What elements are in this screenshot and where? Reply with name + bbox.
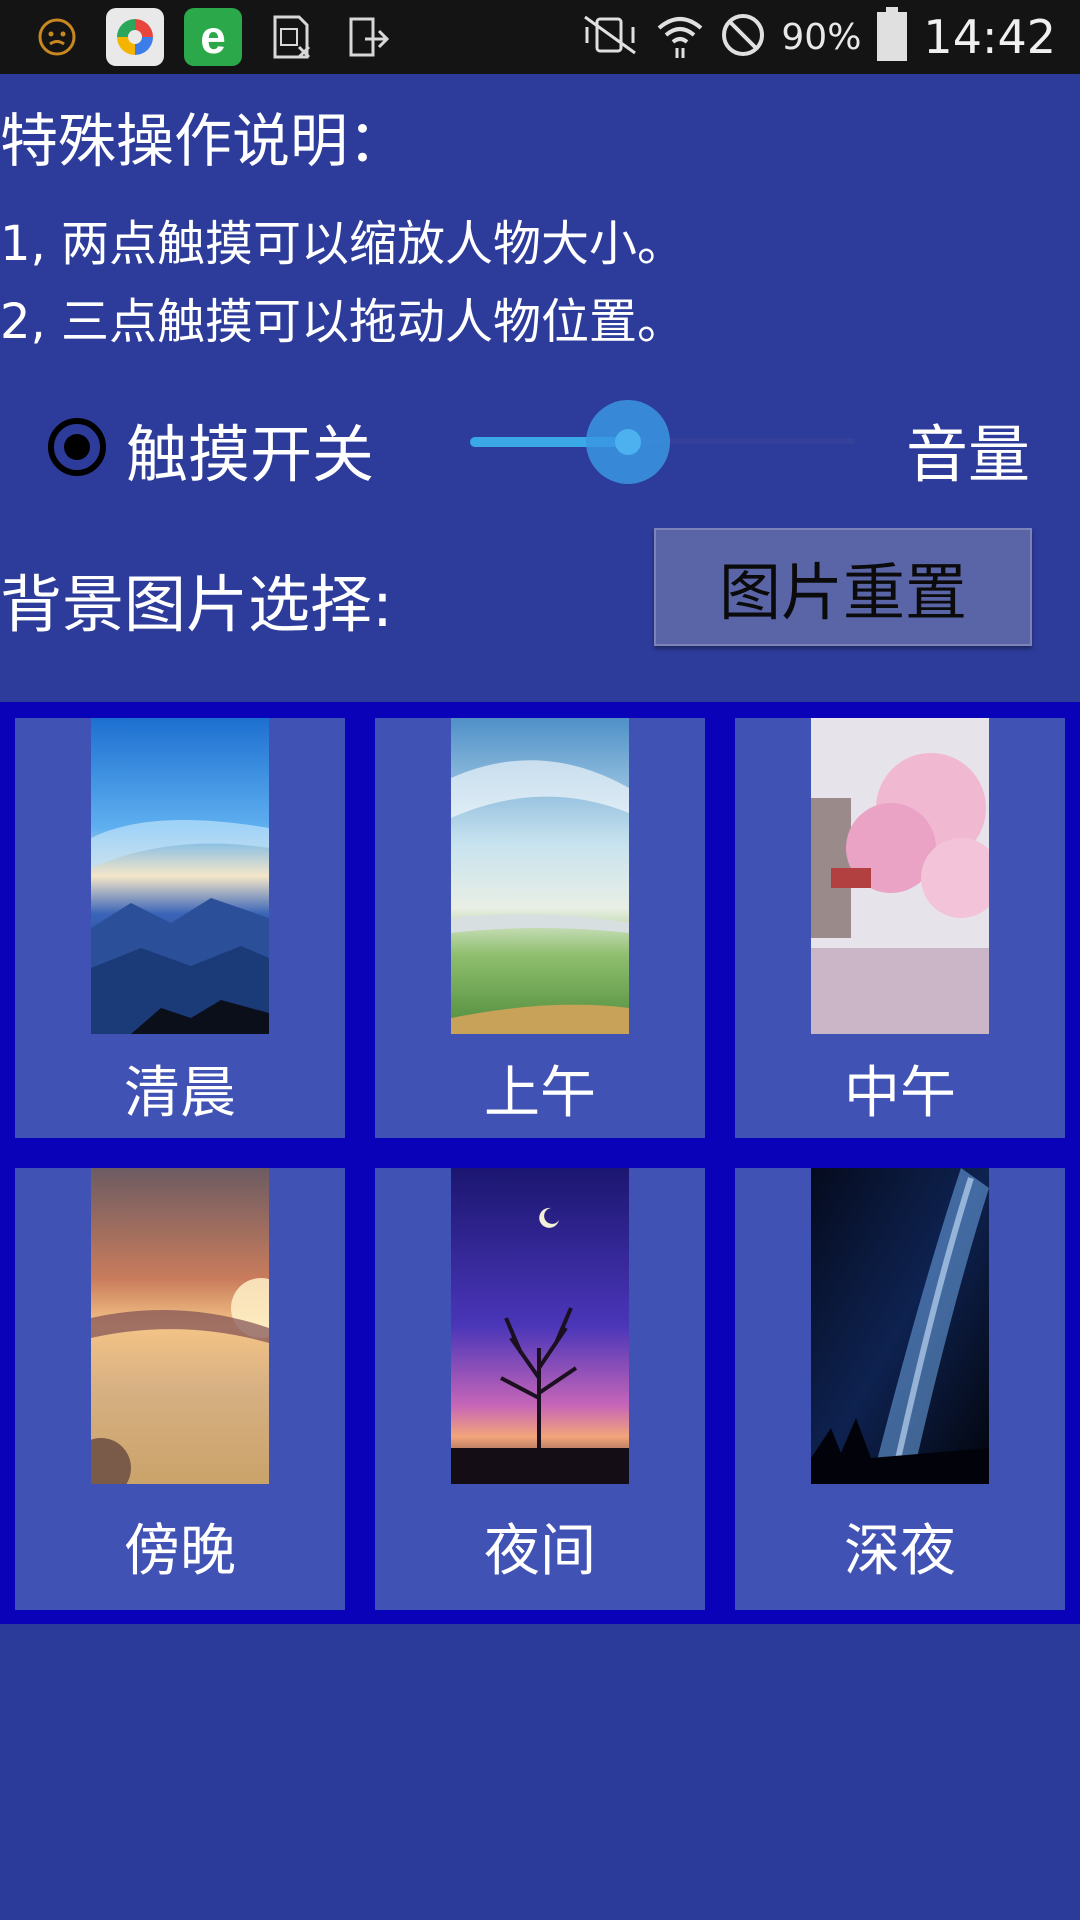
background-grid: 清晨 上午 中午 傍晚 夜间 深夜	[0, 702, 1080, 1624]
vibrate-mute-icon	[579, 13, 641, 61]
tile-late-night[interactable]: 深夜	[735, 1168, 1065, 1610]
tile-label: 中午	[844, 1061, 956, 1126]
instruction-line-1: 1, 两点触摸可以缩放人物大小。	[0, 216, 686, 272]
status-bar: e 90% 14:42	[0, 0, 1080, 74]
noon-cherry-blossom-image	[811, 718, 989, 1034]
late-night-milky-way-image	[811, 1168, 989, 1484]
empty-area	[0, 1624, 1080, 1920]
face-icon	[28, 8, 86, 66]
settings-screen: 特殊操作说明： 1, 两点触摸可以缩放人物大小。 2, 三点触摸可以拖动人物位置…	[0, 74, 1080, 1920]
battery-percent: 90%	[781, 16, 862, 58]
night-tree-moon-image	[451, 1168, 629, 1484]
evening-sunset-image	[91, 1168, 269, 1484]
tile-evening[interactable]: 傍晚	[15, 1168, 345, 1610]
background-select-row: 背景图片选择: 图片重置	[0, 528, 1080, 658]
reset-image-button[interactable]: 图片重置	[654, 528, 1032, 646]
do-not-disturb-icon	[719, 11, 767, 63]
file-export-icon	[340, 8, 398, 66]
tile-label: 上午	[484, 1061, 596, 1126]
tile-night[interactable]: 夜间	[375, 1168, 705, 1610]
touch-switch-label[interactable]: 触摸开关	[126, 404, 374, 494]
background-select-label: 背景图片选择:	[0, 568, 393, 641]
tile-label: 深夜	[844, 1519, 956, 1584]
sim-card-icon	[262, 8, 320, 66]
browser-e-icon: e	[184, 8, 242, 66]
touch-switch-radio[interactable]	[48, 418, 106, 476]
tile-forenoon[interactable]: 上午	[375, 718, 705, 1138]
notification-icons: e	[28, 8, 398, 66]
tile-morning[interactable]: 清晨	[15, 718, 345, 1138]
touch-volume-row: 触摸开关 音量	[0, 390, 1080, 500]
slider-thumb-core	[614, 429, 641, 455]
tile-noon[interactable]: 中午	[735, 718, 1065, 1138]
radio-selected-dot	[64, 434, 90, 460]
instructions-title: 特殊操作说明：	[0, 107, 407, 175]
volume-label: 音量	[906, 418, 1031, 491]
tile-label: 夜间	[484, 1519, 596, 1584]
wifi-icon	[655, 10, 705, 64]
morning-mountains-image	[91, 718, 269, 1034]
tile-label: 傍晚	[124, 1519, 236, 1584]
slider-thumb[interactable]	[585, 400, 670, 484]
volume-slider[interactable]	[470, 398, 855, 488]
tile-label: 清晨	[124, 1061, 236, 1126]
app-store-icon	[106, 8, 164, 66]
clock: 14:42	[923, 10, 1056, 64]
system-icons: 90% 14:42	[579, 6, 1056, 68]
battery-icon	[875, 7, 909, 67]
instruction-line-2: 2, 三点触摸可以拖动人物位置。	[0, 294, 686, 350]
forenoon-meadow-image	[451, 718, 629, 1034]
